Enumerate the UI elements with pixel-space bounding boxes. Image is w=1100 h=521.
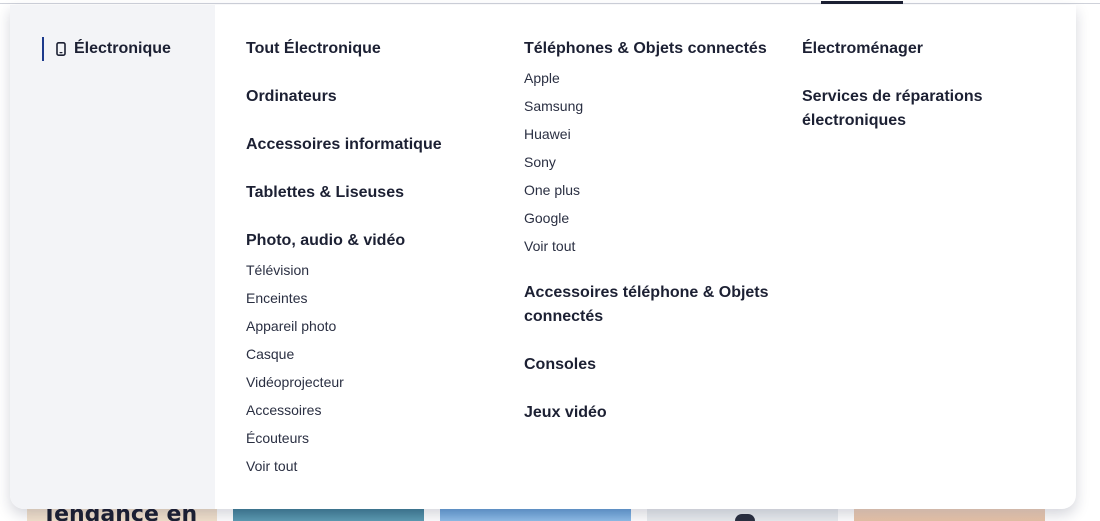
- subcategory-link[interactable]: Sony: [524, 153, 556, 171]
- subcategory-link[interactable]: Google: [524, 209, 569, 227]
- subcategory-link[interactable]: Télévision: [246, 261, 309, 279]
- category-accessoires-telephone-line2[interactable]: connectés: [524, 305, 603, 329]
- category-telephones-objets-connectes[interactable]: Téléphones & Objets connectés: [524, 37, 767, 61]
- voir-tout-link[interactable]: Voir tout: [246, 457, 297, 475]
- smartphone-icon: [56, 42, 66, 56]
- category-services-reparations[interactable]: Services de réparations: [802, 85, 983, 109]
- category-tout-electronique[interactable]: Tout Électronique: [246, 37, 381, 61]
- sidebar-item-electronique[interactable]: Électronique: [42, 37, 171, 61]
- subcategory-link[interactable]: Casque: [246, 345, 294, 363]
- category-tablettes-liseuses[interactable]: Tablettes & Liseuses: [246, 181, 404, 205]
- subcategory-link[interactable]: Appareil photo: [246, 317, 336, 335]
- subcategory-link[interactable]: Samsung: [524, 97, 583, 115]
- active-nav-tab-indicator: [821, 1, 903, 4]
- sidebar-item-label: Électronique: [74, 40, 171, 57]
- subcategory-link[interactable]: Écouteurs: [246, 429, 309, 447]
- mega-menu-sidebar: Électronique: [10, 5, 215, 509]
- subcategory-link[interactable]: One plus: [524, 181, 580, 199]
- voir-tout-link[interactable]: Voir tout: [524, 237, 575, 255]
- category-jeux-video[interactable]: Jeux vidéo: [524, 401, 607, 425]
- category-accessoires-telephone[interactable]: Accessoires téléphone & Objets: [524, 281, 769, 305]
- category-photo-audio-video[interactable]: Photo, audio & vidéo: [246, 229, 405, 253]
- subcategory-link[interactable]: Huawei: [524, 125, 571, 143]
- category-accessoires-informatique[interactable]: Accessoires informatique: [246, 133, 442, 157]
- page: Tendance en Électronique Tout Électroniq…: [0, 0, 1100, 521]
- category-electromenager[interactable]: Électroménager: [802, 37, 923, 61]
- category-ordinateurs[interactable]: Ordinateurs: [246, 85, 337, 109]
- subcategory-link[interactable]: Vidéoprojecteur: [246, 373, 344, 391]
- category-services-reparations-line2[interactable]: électroniques: [802, 109, 906, 133]
- subcategory-link[interactable]: Enceintes: [246, 289, 307, 307]
- header-bottom-border: [0, 0, 1100, 4]
- subcategory-link[interactable]: Accessoires: [246, 401, 321, 419]
- mega-menu-dropdown: Électronique Tout Électronique Ordinateu…: [10, 5, 1076, 509]
- category-consoles[interactable]: Consoles: [524, 353, 596, 377]
- subcategory-link[interactable]: Apple: [524, 69, 560, 87]
